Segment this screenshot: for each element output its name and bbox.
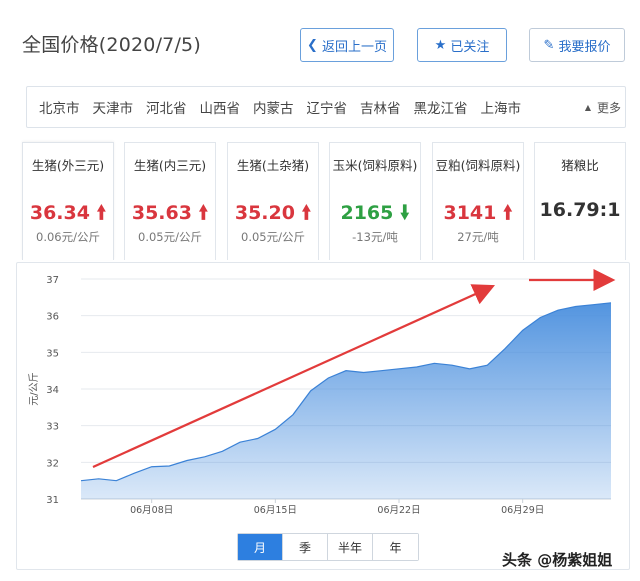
card-change: 0.05元/公斤 <box>138 230 202 244</box>
region-item[interactable]: 内蒙古 <box>253 97 294 117</box>
card-change: -13元/吨 <box>352 230 398 244</box>
y-tick-label: 34 <box>46 385 59 396</box>
more-label: 更多 <box>596 101 621 115</box>
x-tick-label: 06月22日 <box>377 505 420 516</box>
y-tick-label: 37 <box>46 275 59 286</box>
card-name: 生猪(外三元) <box>31 158 105 173</box>
arrow-up-icon: 🠙 <box>301 202 312 224</box>
card-name: 生猪(内三元) <box>133 158 207 173</box>
card-name: 玉米(饲料原料) <box>332 158 418 173</box>
report-price-button[interactable]: ✎ 我要报价 <box>529 28 625 62</box>
tab-month[interactable]: 月 <box>238 534 283 560</box>
region-item[interactable]: 河北省 <box>146 97 187 117</box>
card-name: 豆粕(饲料原料) <box>435 158 521 173</box>
price-card[interactable]: 生猪(土杂猪) 35.20 🠙 0.05元/公斤 <box>227 142 319 260</box>
region-item[interactable]: 辽宁省 <box>307 97 348 117</box>
price-chart: 31 32 33 34 35 36 37 06月08日 06月15日 06月22日 06月29日 元/… <box>28 269 616 516</box>
page-title: 全国价格(2020/7/5) <box>22 34 201 56</box>
area-fill <box>81 302 611 499</box>
y-tick-label: 35 <box>46 348 59 359</box>
edit-icon: ✎ <box>543 37 555 53</box>
more-regions-button[interactable]: ▲ 更多 <box>585 99 621 116</box>
region-item[interactable]: 山西省 <box>200 97 241 117</box>
follow-button[interactable]: ★ 已关注 <box>417 28 507 62</box>
card-value: 16.79:1 <box>539 199 621 221</box>
period-tabs: 月 季 半年 年 <box>237 533 419 561</box>
price-card[interactable]: 玉米(饲料原料) 2165 🠛 -13元/吨 <box>329 142 421 260</box>
y-tick-label: 32 <box>46 458 59 469</box>
card-change: 27元/吨 <box>457 230 499 244</box>
chevron-left-icon: ❮ <box>307 37 318 53</box>
arrow-up-icon: 🠙 <box>96 202 107 224</box>
caret-up-icon: ▲ <box>584 103 591 112</box>
x-tick-label: 06月15日 <box>254 505 297 516</box>
y-tick-label: 31 <box>46 495 59 506</box>
report-button-label: 我要报价 <box>558 39 611 55</box>
price-card[interactable]: 豆粕(饲料原料) 3141 🠙 27元/吨 <box>432 142 524 260</box>
card-name: 生猪(土杂猪) <box>236 158 310 173</box>
price-cards: 生猪(外三元) 36.34 🠙 0.06元/公斤 生猪(内三元) 35.63 🠙… <box>22 142 632 262</box>
price-card[interactable]: 生猪(内三元) 35.63 🠙 0.05元/公斤 <box>124 142 216 260</box>
tab-quarter[interactable]: 季 <box>283 534 328 560</box>
card-value: 35.63 🠙 <box>131 202 209 224</box>
y-tick-label: 36 <box>46 312 59 323</box>
arrow-down-icon: 🠛 <box>399 202 410 224</box>
y-tick-label: 33 <box>46 422 59 433</box>
x-tick-label: 06月08日 <box>130 505 173 516</box>
card-value: 2165 🠛 <box>340 202 410 224</box>
back-button-label: 返回上一页 <box>321 39 387 55</box>
chart-frame: 31 32 33 34 35 36 37 06月08日 06月15日 06月22日 06月29日 元/… <box>16 262 630 570</box>
region-item[interactable]: 吉林省 <box>360 97 401 117</box>
card-value: 35.20 🠙 <box>234 202 312 224</box>
region-item[interactable]: 上海市 <box>481 97 522 117</box>
price-card[interactable]: 生猪(外三元) 36.34 🠙 0.06元/公斤 <box>22 142 114 260</box>
region-bar: 北京市 天津市 河北省 山西省 内蒙古 辽宁省 吉林省 黑龙江省 上海市 ▲ 更… <box>26 86 626 128</box>
region-item[interactable]: 黑龙江省 <box>414 97 468 117</box>
arrow-up-icon: 🠙 <box>198 202 209 224</box>
card-change: 0.06元/公斤 <box>36 230 100 244</box>
x-tick-label: 06月29日 <box>501 505 544 516</box>
watermark: 头条 @杨紫姐姐 <box>502 551 613 569</box>
follow-button-label: 已关注 <box>450 39 490 55</box>
region-item[interactable]: 北京市 <box>39 97 80 117</box>
region-item[interactable]: 天津市 <box>93 97 134 117</box>
price-card[interactable]: 猪粮比 16.79:1 <box>534 142 626 260</box>
back-button[interactable]: ❮ 返回上一页 <box>300 28 394 62</box>
y-axis-label: 元/公斤 <box>28 372 40 405</box>
card-value: 3141 🠙 <box>443 202 513 224</box>
tab-year[interactable]: 年 <box>373 534 418 560</box>
card-value: 36.34 🠙 <box>29 202 107 224</box>
tab-half-year[interactable]: 半年 <box>328 534 373 560</box>
arrow-up-icon: 🠙 <box>502 202 513 224</box>
star-icon: ★ <box>434 37 447 53</box>
card-name: 猪粮比 <box>561 158 599 173</box>
card-change: 0.05元/公斤 <box>241 230 305 244</box>
